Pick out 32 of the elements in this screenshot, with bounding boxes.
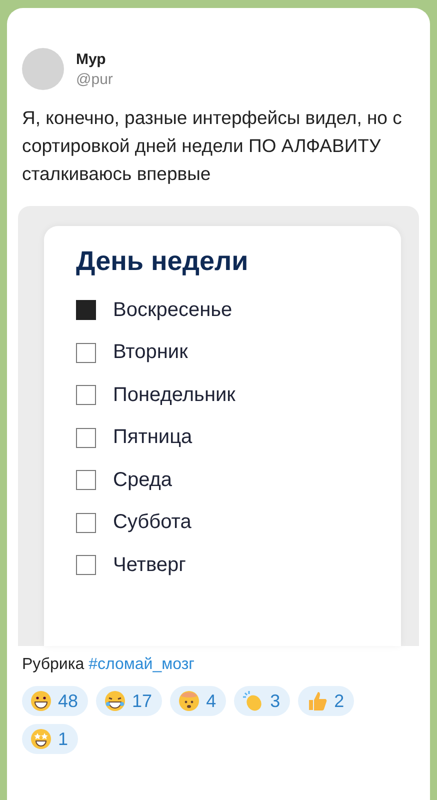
reaction-button[interactable]: 1 (22, 724, 78, 754)
checkbox[interactable] (76, 470, 96, 490)
option-label: Суббота (113, 511, 192, 534)
author-name: Мур (76, 50, 107, 68)
reaction-button[interactable]: 4 (170, 686, 226, 716)
checkbox[interactable] (76, 512, 96, 533)
filter-title: День недели (76, 246, 250, 277)
checkbox[interactable] (76, 342, 96, 363)
checkbox[interactable] (76, 300, 96, 320)
checkbox[interactable] (76, 555, 96, 576)
author-handle: @pur (76, 70, 113, 88)
avatar (22, 48, 64, 90)
option-label: Пятница (113, 426, 192, 450)
caption-text: Рубрика #сломай_мозг (22, 656, 196, 674)
post-text: Я, конечно, разные интерфейсы видел, но с сортировкой дней недели ПО АЛФАВИТУ сталкиваюсь впервые (22, 106, 403, 186)
reaction-button[interactable]: 2 (298, 686, 354, 716)
hashtag-link[interactable]: #сломай_мозг (88, 656, 194, 673)
reaction-button[interactable]: 17 (96, 686, 162, 716)
option-label: Воскресенье (113, 298, 232, 322)
grinning-face-icon (30, 690, 52, 712)
option-label: Четверг (113, 554, 186, 577)
option-label: Понедельник (113, 384, 236, 407)
reaction-button[interactable]: 48 (22, 686, 88, 716)
checkbox[interactable] (76, 428, 96, 448)
laughing-face-icon (104, 690, 126, 712)
option-label: Вторник (113, 341, 188, 364)
exploding-head-icon (178, 690, 200, 712)
star-eyes-face-icon (30, 728, 52, 750)
thumbs-up-icon (306, 690, 328, 712)
checkbox[interactable] (76, 385, 96, 406)
option-label: Среда (113, 468, 172, 492)
reaction-button[interactable]: 3 (234, 686, 290, 716)
